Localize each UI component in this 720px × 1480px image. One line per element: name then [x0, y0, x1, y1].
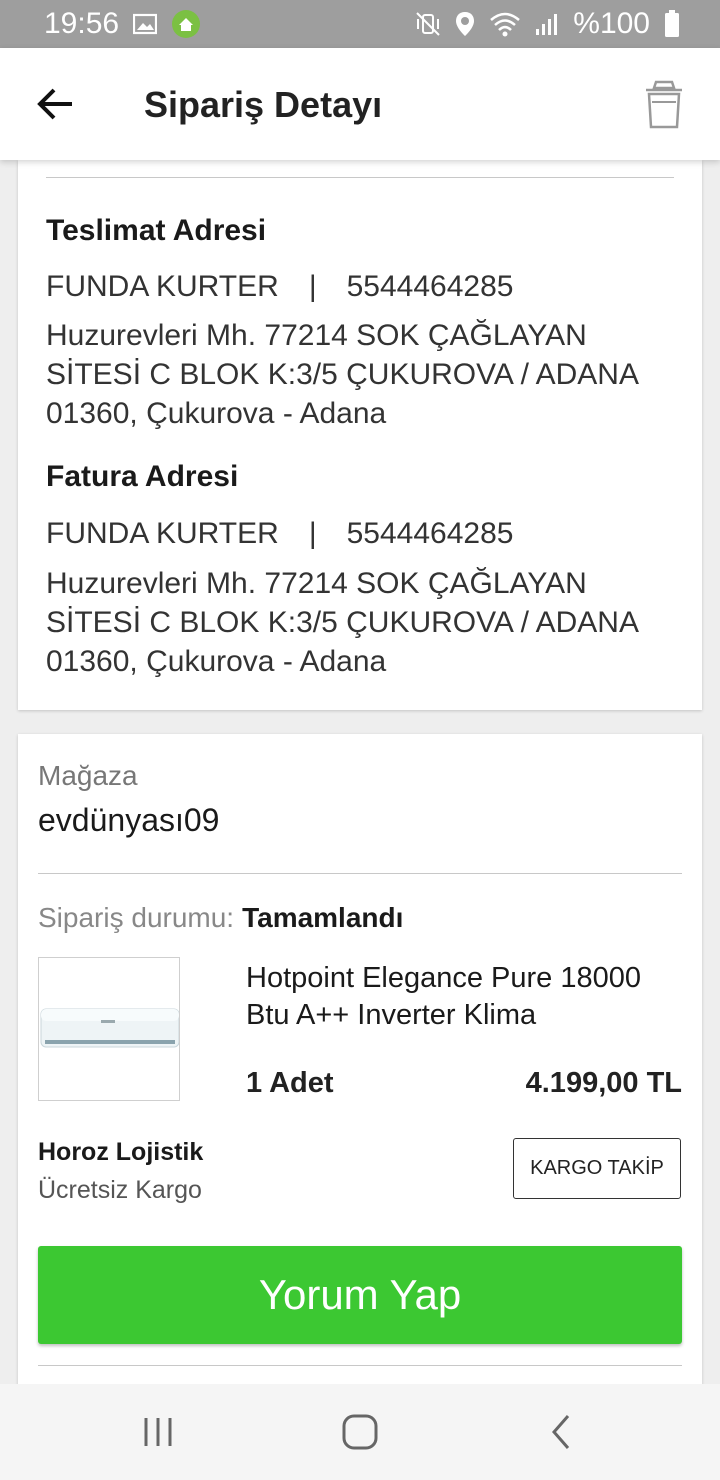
- trash-icon[interactable]: [642, 78, 686, 130]
- mute-vibrate-icon: [415, 11, 441, 37]
- page-title: Sipariş Detayı: [144, 84, 383, 125]
- delivery-address-title: Teslimat Adresi: [46, 214, 267, 247]
- order-status: Sipariş durumu: Tamamlandı: [38, 902, 403, 934]
- delivery-contact: FUNDA KURTER | 5544464285: [46, 270, 513, 304]
- status-bar-left: 19:56: [44, 7, 201, 41]
- order-card: Mağaza evdünyası09 Sipariş durumu: Tamaml…: [18, 734, 702, 1434]
- product-price: 4.199,00 TL: [525, 1067, 682, 1099]
- home-icon[interactable]: [340, 1412, 380, 1452]
- shipping-company: Horoz Lojistik: [38, 1138, 204, 1166]
- order-status-value: Tamamlandı: [242, 902, 404, 933]
- signal-icon: [535, 12, 559, 36]
- billing-phone: 5544464285: [346, 517, 514, 550]
- product-image[interactable]: [38, 957, 180, 1101]
- delivery-address-text: Huzurevleri Mh. 77214 SOK ÇAĞLAYAN SİTES…: [46, 319, 638, 430]
- address-card: Teslimat Adresi FUNDA KURTER | 5544464285 …: [18, 160, 702, 710]
- store-label: Mağaza: [38, 760, 138, 791]
- image-icon: [133, 13, 158, 35]
- contact-separator: |: [308, 517, 317, 550]
- track-shipment-button[interactable]: KARGO TAKİP: [513, 1138, 681, 1199]
- divider: [38, 873, 682, 874]
- battery-icon: [664, 10, 680, 38]
- contact-separator: |: [308, 270, 317, 303]
- billing-address-text: Huzurevleri Mh. 77214 SOK ÇAĞLAYAN SİTES…: [46, 567, 638, 678]
- delivery-phone: 5544464285: [346, 270, 514, 303]
- divider: [46, 177, 674, 178]
- review-button[interactable]: Yorum Yap: [38, 1246, 682, 1344]
- billing-contact: FUNDA KURTER | 5544464285: [46, 517, 513, 551]
- status-time: 19:56: [44, 7, 120, 40]
- app-bar: Sipariş Detayı: [0, 48, 720, 160]
- order-status-label: Sipariş durumu:: [38, 902, 235, 933]
- status-bar: 19:56 %100: [0, 0, 720, 48]
- billing-address-title: Fatura Adresi: [46, 460, 239, 493]
- billing-name: FUNDA KURTER: [46, 517, 279, 550]
- product-quantity: 1 Adet: [246, 1067, 334, 1099]
- wifi-icon: [489, 11, 521, 37]
- store-name[interactable]: evdünyası09: [38, 802, 219, 839]
- recent-apps-icon[interactable]: [140, 1412, 180, 1452]
- shipping-note: Ücretsiz Kargo: [38, 1176, 202, 1204]
- arrow-left-icon[interactable]: [34, 82, 78, 126]
- navigation-bar: [0, 1384, 720, 1480]
- divider: [38, 1365, 682, 1366]
- back-icon[interactable]: [542, 1412, 582, 1452]
- battery-percent: %100: [573, 7, 650, 40]
- app-notification-icon: [171, 9, 201, 39]
- product-name[interactable]: Hotpoint Elegance Pure 18000 Btu A++ Inv…: [246, 960, 686, 1034]
- location-icon: [455, 11, 475, 37]
- status-bar-right: %100: [415, 7, 680, 41]
- delivery-name: FUNDA KURTER: [46, 270, 279, 303]
